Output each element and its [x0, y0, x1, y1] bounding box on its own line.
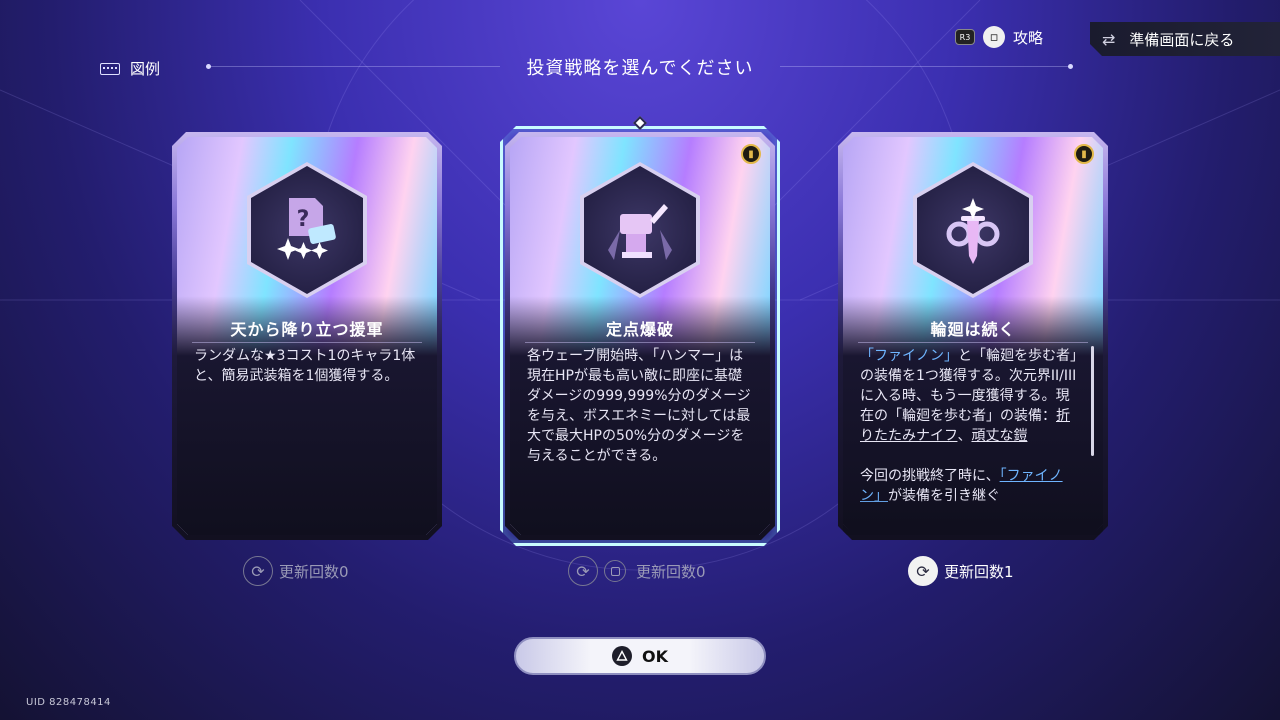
guide-label: 攻略 [1013, 28, 1044, 47]
user-id: UID 828478414 [26, 697, 111, 708]
card-title: 輪廻は続く [930, 320, 1016, 339]
guide-button[interactable]: R3 ▫ 攻略 [955, 26, 1043, 48]
r3-button-icon: R3 [955, 29, 975, 45]
guide-book-icon: ▫ [983, 26, 1005, 48]
card-title: 天から降り立つ援軍 [230, 320, 384, 339]
strategy-card-3[interactable]: ▮ 輪廻は続く 「ファイノン」と「輪廻を歩む者」の装備を1つ獲得する。次元界II… [838, 132, 1108, 540]
equipment-link-armor[interactable]: 頑丈な鎧 [971, 428, 1027, 444]
book-badge-icon: ▮ [741, 144, 761, 164]
strategy-card-2[interactable]: ▮ 定点爆破 各ウェーブ開始時、「ハンマー」は現在HPが最も高い敵に即座に基礎ダ… [505, 132, 775, 540]
refresh-icon: ⟳ [908, 556, 938, 586]
character-link[interactable]: 「ファイノン」 [860, 348, 958, 364]
refresh-counter-1[interactable]: ⟳ 更新回数0 [243, 556, 349, 586]
card-description: 各ウェーブ開始時、「ハンマー」は現在HPが最も高い敵に即座に基礎ダメージの999… [527, 348, 751, 464]
title-rule [858, 342, 1088, 343]
refresh-label: 更新回数0 [636, 562, 706, 581]
refresh-icon: ⟳ [243, 556, 273, 586]
refresh-counter-2[interactable]: ⟳ 更新回数0 [568, 556, 706, 586]
refresh-label: 更新回数1 [944, 562, 1014, 581]
book-badge-icon: ▮ [1074, 144, 1094, 164]
square-button-icon [604, 560, 626, 582]
page-title: 投資戦略を選んでください [526, 58, 754, 79]
refresh-label: 更新回数0 [279, 562, 349, 581]
card-title: 定点爆破 [605, 320, 674, 339]
swap-arrows-icon: ⇄ [1102, 29, 1116, 49]
card-description: ランダムな★3コスト1のキャラ1体と、簡易武装箱を1個獲得する。 [194, 348, 416, 384]
title-rule [192, 342, 422, 343]
triangle-button-icon [612, 646, 632, 666]
back-label: 準備画面に戻る [1129, 30, 1235, 49]
description-scrollbar[interactable] [1091, 346, 1094, 456]
ok-button[interactable]: OK [514, 637, 766, 675]
refresh-counter-3[interactable]: ⟳ 更新回数1 [908, 556, 1014, 586]
sword-icon [933, 190, 1013, 270]
back-to-prep-button[interactable]: ⇄ 準備画面に戻る [1090, 22, 1280, 56]
svg-text:?: ? [297, 207, 310, 232]
desc-separator: 、 [957, 428, 972, 444]
title-rule [525, 342, 755, 343]
strategy-card-1[interactable]: ? 天から降り立つ援軍 ランダムな★3コスト1のキャラ1体と、簡易武装箱を1個獲… [172, 132, 442, 540]
hammer-icon [600, 190, 680, 270]
ok-label: OK [642, 646, 668, 666]
description-fade [843, 497, 1103, 535]
reinforcement-icon: ? [267, 190, 347, 270]
desc-text: 今回の挑戦終了時に、 [860, 468, 1000, 484]
refresh-icon: ⟳ [568, 556, 598, 586]
